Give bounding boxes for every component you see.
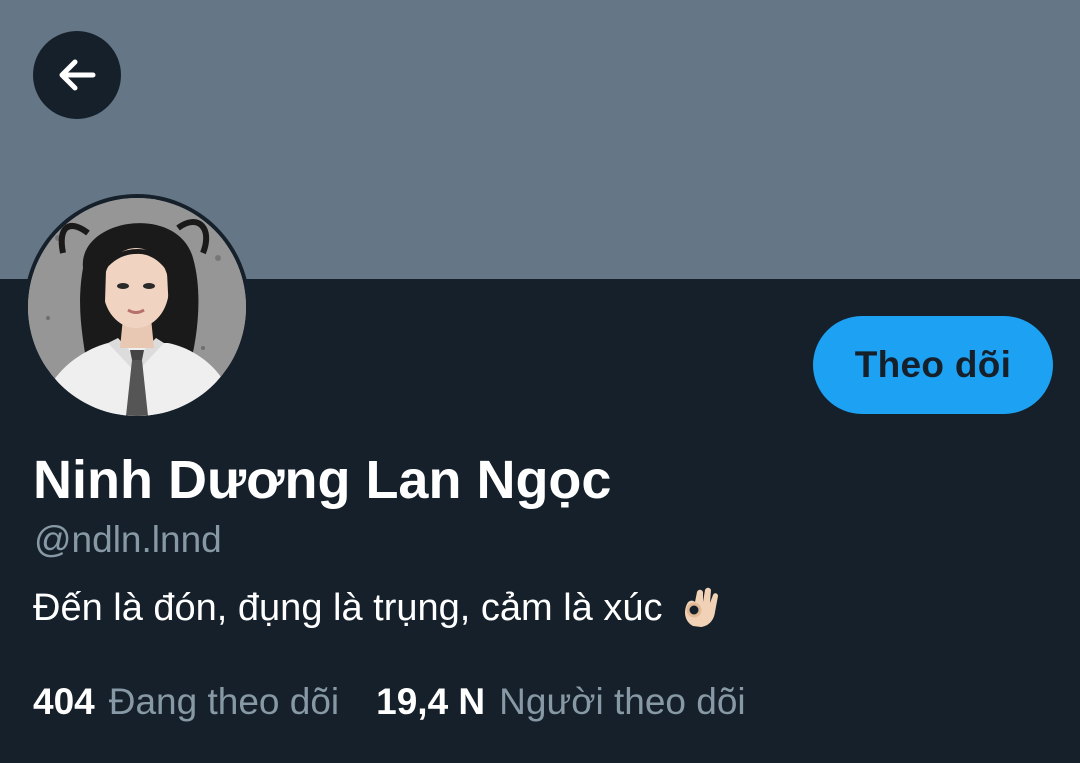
followers-label: Người theo dõi (499, 681, 746, 722)
avatar-border (24, 194, 250, 420)
bio-text: Đến là đón, đụng là trụng, cảm là xúc (33, 587, 663, 629)
followers-stat[interactable]: 19,4 N Người theo dõi (376, 680, 746, 724)
user-handle: @ndln.lnnd (34, 519, 222, 560)
following-count: 404 (33, 681, 95, 722)
arrow-left-icon (59, 59, 96, 91)
ok-hand-emoji-icon (679, 586, 723, 630)
profile-stats: 404 Đang theo dõi 19,4 N Người theo dõi (33, 680, 746, 724)
follow-button[interactable]: Theo dõi (813, 316, 1053, 414)
back-button[interactable] (33, 31, 121, 119)
profile-bio: Đến là đón, đụng là trụng, cảm là xúc (33, 584, 723, 632)
display-name: Ninh Dương Lan Ngọc (33, 450, 612, 510)
profile-page: Theo dõi Ninh Dương Lan Ngọc @ndln.lnnd … (0, 0, 1080, 763)
following-label: Đang theo dõi (108, 681, 340, 722)
follow-button-label: Theo dõi (854, 344, 1012, 385)
following-stat[interactable]: 404 Đang theo dõi (33, 680, 339, 724)
followers-count: 19,4 N (376, 681, 486, 722)
avatar[interactable] (28, 198, 246, 416)
